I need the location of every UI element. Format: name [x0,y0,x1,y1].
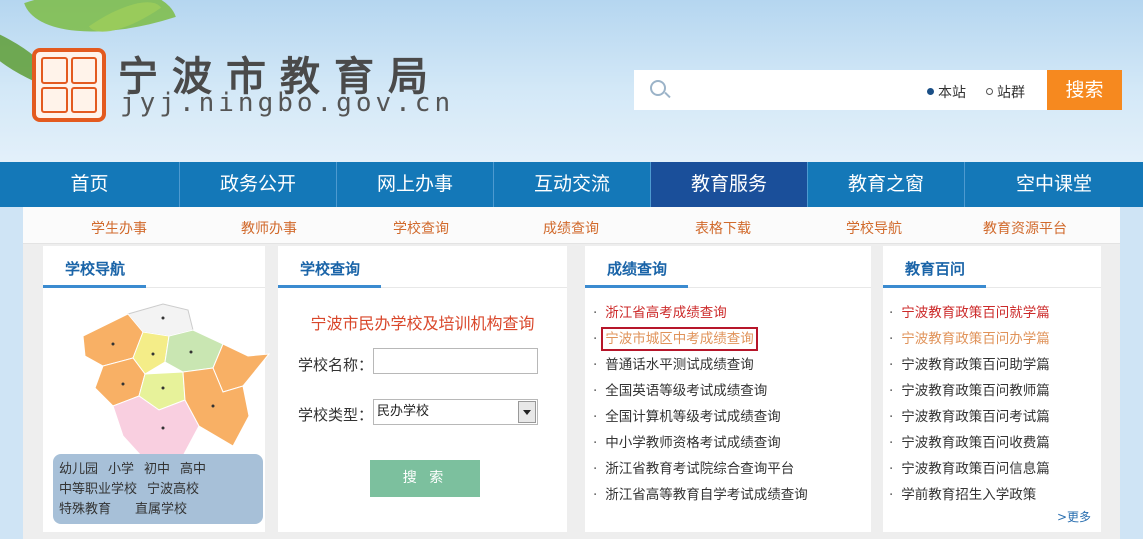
school-type-select[interactable]: 民办学校 [373,399,538,425]
query-heading: 宁波市民办学校及培训机构查询 [310,314,535,333]
nav-item-online-services[interactable]: 网上办事 [337,162,494,207]
more-link[interactable]: >更多 [1057,508,1091,525]
chevron-down-icon[interactable] [518,401,536,423]
nav-item-air-classroom[interactable]: 空中课堂 [965,162,1143,207]
subnav-item-student[interactable]: 学生办事 [91,218,147,238]
list-item[interactable]: · 浙江省高考成绩查询 [593,300,808,326]
school-nav-panel: 学校导航 幼儿园 小学 初中 高中 中等职业学校 宁波高校 特殊教育 直属学校 [43,246,271,532]
subnav-item-school-nav[interactable]: 学校导航 [846,218,902,238]
school-link-senior[interactable]: 高中 [180,462,206,477]
panel-title: 学校查询 [300,260,361,278]
school-query-panel: 学校查询 宁波市民办学校及培训机构查询 学校名称： 学校类型： 民办学校 搜 索 [278,246,567,532]
school-link-special[interactable]: 特殊教育 [59,502,111,517]
school-link-direct[interactable]: 直属学校 [135,502,187,517]
nav-item-gov-affairs[interactable]: 政务公开 [180,162,337,207]
list-item[interactable]: · 宁波教育政策百问信息篇 [889,456,1050,482]
list-item[interactable]: · 全国英语等级考试成绩查询 [593,378,808,404]
list-item[interactable]: · 中小学教师资格考试成绩查询 [593,430,808,456]
list-item[interactable]: · 浙江省高等教育自学考试成绩查询 [593,482,808,508]
school-link-universities[interactable]: 宁波高校 [147,482,199,497]
nav-item-education-window[interactable]: 教育之窗 [808,162,965,207]
school-name-input[interactable] [373,348,538,374]
subnav-item-forms[interactable]: 表格下载 [695,218,751,238]
school-link-vocational[interactable]: 中等职业学校 [59,482,137,497]
search-box: 本站 站群 [634,70,1047,110]
list-item[interactable]: · 宁波教育政策百问办学篇 [889,326,1050,352]
list-item[interactable]: · 宁波教育政策百问就学篇 [889,300,1050,326]
nav-item-home[interactable]: 首页 [0,162,180,207]
logo-seal-icon [32,48,106,122]
school-link-primary[interactable]: 小学 [108,462,134,477]
scope-radio-group[interactable]: 站群 [986,82,1025,102]
panel-title: 教育百问 [905,260,966,278]
score-query-panel: 成绩查询 · 浙江省高考成绩查询 · 宁波市城区中考成绩查询 · 普通话水平测试成绩查… [585,246,871,532]
site-header: 宁波市教育局 jyj.ningbo.gov.cn 本站 站群 搜索 [0,0,1143,162]
list-item[interactable]: · 宁波市城区中考成绩查询 [593,326,808,352]
list-item[interactable]: · 普通话水平测试成绩查询 [593,352,808,378]
search-input[interactable] [678,76,918,104]
panel-title: 学校导航 [65,260,126,278]
list-item[interactable]: · 宁波教育政策百问考试篇 [889,404,1050,430]
radio-checked-icon [927,88,934,95]
score-link-list: · 浙江省高考成绩查询 · 宁波市城区中考成绩查询 · 普通话水平测试成绩查询 · 全国… [593,300,808,508]
search-icon [650,80,666,96]
faq-link-list: · 宁波教育政策百问就学篇 · 宁波教育政策百问办学篇 · 宁波教育政策百问助学篇 ·… [889,300,1050,508]
school-link-junior[interactable]: 初中 [144,462,170,477]
list-item[interactable]: · 宁波教育政策百问收费篇 [889,430,1050,456]
list-item[interactable]: · 全国计算机等级考试成绩查询 [593,404,808,430]
subnav-item-resource-platform[interactable]: 教育资源平台 [983,218,1067,238]
list-item[interactable]: · 宁波教育政策百问教师篇 [889,378,1050,404]
query-search-button[interactable]: 搜 索 [370,460,480,497]
subnav-item-school-query[interactable]: 学校查询 [393,218,449,238]
school-link-kindergarten[interactable]: 幼儿园 [59,462,98,477]
panel-title: 成绩查询 [607,260,668,278]
scope-radio-local[interactable]: 本站 [927,82,966,102]
subnav-item-score-query[interactable]: 成绩查询 [543,218,599,238]
nav-item-interaction[interactable]: 互动交流 [494,162,651,207]
list-item[interactable]: · 学前教育招生入学政策 [889,482,1050,508]
sub-nav: 学生办事 教师办事 学校查询 成绩查询 表格下载 学校导航 教育资源平台 [23,207,1120,244]
radio-unchecked-icon [986,88,993,95]
school-type-label: 学校类型： [298,406,374,424]
school-type-links: 幼儿园 小学 初中 高中 中等职业学校 宁波高校 特殊教育 直属学校 [53,454,263,524]
nav-item-education-services[interactable]: 教育服务 [651,162,808,207]
search-button[interactable]: 搜索 [1047,70,1122,110]
site-domain: jyj.ningbo.gov.cn [120,88,455,118]
education-faq-panel: 教育百问 · 宁波教育政策百问就学篇 · 宁波教育政策百问办学篇 · 宁波教育政策百问… [883,246,1101,532]
subnav-item-teacher[interactable]: 教师办事 [241,218,297,238]
list-item[interactable]: · 浙江省教育考试院综合查询平台 [593,456,808,482]
ningbo-map-icon[interactable] [73,296,273,466]
list-item[interactable]: · 宁波教育政策百问助学篇 [889,352,1050,378]
school-name-label: 学校名称： [298,356,374,374]
main-nav: 首页 政务公开 网上办事 互动交流 教育服务 教育之窗 空中课堂 [0,162,1143,207]
